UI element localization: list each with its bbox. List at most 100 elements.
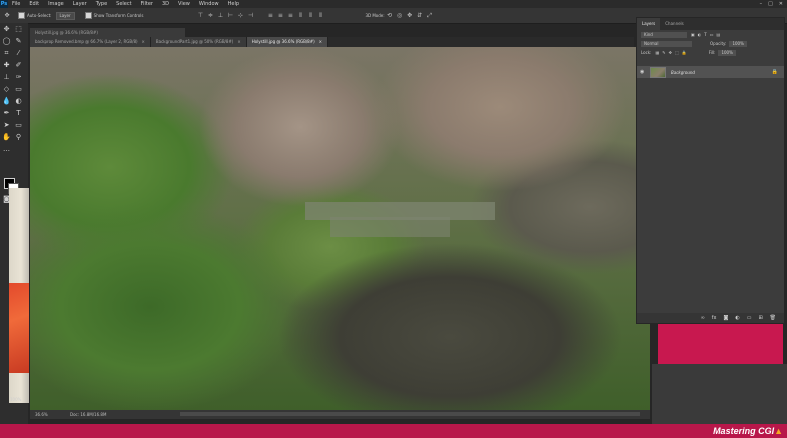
document-size: Doc: 16.8M/16.8M — [70, 412, 107, 417]
align-top-icon[interactable]: ⊤ — [197, 12, 203, 19]
document-tabs: backprop Removed.bmp @ 66.7% (Layer 2, R… — [30, 37, 634, 47]
blur-tool-icon[interactable]: 💧 — [2, 97, 11, 106]
distribute-right-icon[interactable]: ⦀ — [317, 12, 323, 19]
lock-artboard-icon[interactable]: ⬚ — [675, 50, 679, 55]
align-right-icon[interactable]: ⊣ — [247, 12, 253, 19]
menu-select[interactable]: Select — [116, 1, 131, 7]
crop-tool-icon[interactable]: ⌗ — [2, 49, 11, 58]
tab-backprop-removed[interactable]: backprop Removed.bmp @ 66.7% (Layer 2, R… — [30, 37, 151, 47]
menu-window[interactable]: Window — [199, 1, 219, 7]
menu-filter[interactable]: Filter — [141, 1, 153, 7]
layer-lock-icon[interactable]: 🔒 — [772, 69, 778, 75]
hand-tool-icon[interactable]: ✋ — [2, 133, 11, 142]
shape-tool-icon[interactable]: ▭ — [14, 121, 23, 130]
align-bottom-icon[interactable]: ⊥ — [217, 12, 223, 19]
lasso-tool-icon[interactable]: ◯ — [2, 37, 11, 46]
clone-stamp-tool-icon[interactable]: ⊥ — [2, 73, 11, 82]
filter-shape-icon[interactable]: ▭ — [710, 32, 714, 37]
pen-tool-icon[interactable]: ✒ — [2, 109, 11, 118]
distribute-top-icon[interactable]: ≡ — [267, 12, 273, 19]
filter-smart-icon[interactable]: ▤ — [717, 32, 721, 37]
fill-label: Fill: — [708, 50, 716, 55]
visibility-eye-icon[interactable]: ◉ — [640, 69, 646, 75]
add-mask-icon[interactable]: ◙ — [723, 315, 728, 321]
gradient-tool-icon[interactable]: ▭ — [14, 85, 23, 94]
brush-tool-icon[interactable]: ✐ — [14, 61, 23, 70]
3d-pan-icon[interactable]: ✥ — [407, 12, 413, 19]
more-tools-icon[interactable]: … — [2, 145, 11, 154]
align-hcenter-icon[interactable]: ⊹ — [237, 12, 243, 19]
link-layers-icon[interactable]: ∞ — [701, 315, 705, 321]
align-vcenter-icon[interactable]: ≑ — [207, 12, 213, 19]
adjustment-layer-icon[interactable]: ◐ — [735, 315, 739, 321]
lock-transparent-icon[interactable]: ▦ — [655, 50, 659, 55]
healing-brush-tool-icon[interactable]: ✚ — [2, 61, 11, 70]
close-icon[interactable]: × — [142, 39, 145, 44]
history-brush-tool-icon[interactable]: ✑ — [14, 73, 23, 82]
quick-select-tool-icon[interactable]: ✎ — [14, 37, 23, 46]
3d-scale-icon[interactable]: ⤢ — [427, 12, 433, 19]
tab-holystill[interactable]: Holystill.jpg @ 36.6% (RGB/8#) × — [246, 37, 328, 47]
align-left-icon[interactable]: ⊢ — [227, 12, 233, 19]
new-layer-icon[interactable]: ⊞ — [758, 315, 762, 321]
auto-select-dropdown[interactable]: Layer — [55, 11, 75, 20]
auto-select-checkbox[interactable] — [18, 12, 25, 19]
zoom-tool-icon[interactable]: ⚲ — [14, 133, 23, 142]
3d-orbit-icon[interactable]: ⟲ — [387, 12, 393, 19]
kind-filter-dropdown[interactable]: Kind — [641, 31, 687, 38]
distribute-bottom-icon[interactable]: ≡ — [287, 12, 293, 19]
close-icon[interactable]: × — [319, 39, 322, 44]
trash-icon[interactable]: 🗑 — [770, 315, 776, 321]
menu-file[interactable]: File — [12, 1, 20, 7]
zoom-level[interactable]: 36.6% — [35, 410, 48, 419]
layer-style-icon[interactable]: fx — [712, 315, 717, 321]
distribute-hcenter-icon[interactable]: ⦀ — [307, 12, 313, 19]
photoshop-logo-icon[interactable]: Ps — [0, 0, 8, 8]
maximize-icon[interactable]: □ — [768, 1, 773, 7]
menu-type[interactable]: Type — [96, 1, 107, 7]
floating-window-title[interactable]: Holystill.jpg @ 36.6% (RGB/8#) — [30, 28, 185, 37]
filter-pixel-icon[interactable]: ▣ — [691, 32, 695, 37]
distribute-vcenter-icon[interactable]: ≡ — [277, 12, 283, 19]
move-tool-icon[interactable]: ✥ — [2, 25, 11, 34]
tab-background-part1[interactable]: BackgroundPart1.jpg @ 50% (RGB/8#) × — [150, 37, 247, 47]
opacity-field[interactable]: 100% — [729, 40, 747, 47]
menu-layer[interactable]: Layer — [73, 1, 87, 7]
menu-3d[interactable]: 3D — [162, 1, 169, 7]
menu-help[interactable]: Help — [228, 1, 239, 7]
document-canvas[interactable] — [30, 47, 650, 410]
filter-type-icon[interactable]: T — [704, 32, 706, 37]
fill-field[interactable]: 100% — [718, 49, 736, 56]
dodge-tool-icon[interactable]: ◐ — [14, 97, 23, 106]
close-icon[interactable]: × — [237, 39, 240, 44]
horizontal-scrollbar[interactable] — [180, 412, 640, 416]
close-icon[interactable]: ✕ — [779, 1, 783, 7]
3d-roll-icon[interactable]: ◎ — [397, 12, 403, 19]
lock-image-icon[interactable]: ✎ — [662, 50, 665, 55]
tab-channels[interactable]: Channels — [660, 18, 689, 30]
blend-mode-dropdown[interactable]: Normal — [641, 40, 692, 47]
type-tool-icon[interactable]: T — [14, 109, 23, 118]
layer-thumbnail — [650, 66, 666, 78]
menu-edit[interactable]: Edit — [29, 1, 39, 7]
show-transform-checkbox[interactable] — [84, 12, 92, 19]
new-group-icon[interactable]: ▭ — [747, 315, 752, 321]
3d-slide-icon[interactable]: ⇵ — [417, 12, 423, 19]
move-tool-icon[interactable]: ✥ — [4, 12, 10, 19]
layer-row-background[interactable]: ◉ Background 🔒 — [637, 66, 784, 78]
background-document-preview — [9, 188, 29, 403]
filter-row: Kind ▣ ◐ T ▭ ▤ — [637, 30, 784, 39]
lock-all-icon[interactable]: 🔒 — [682, 50, 687, 55]
filter-adjust-icon[interactable]: ◐ — [698, 32, 702, 37]
eyedropper-tool-icon[interactable]: ⁄ — [14, 49, 23, 58]
tab-layers[interactable]: Layers — [637, 18, 661, 30]
menu-image[interactable]: Image — [48, 1, 64, 7]
path-select-tool-icon[interactable]: ➤ — [2, 121, 11, 130]
eraser-tool-icon[interactable]: ◇ — [2, 85, 11, 94]
marquee-tool-icon[interactable]: ⬚ — [14, 25, 23, 34]
distribute-left-icon[interactable]: ⦀ — [297, 12, 303, 19]
menu-view[interactable]: View — [178, 1, 190, 7]
minimize-icon[interactable]: – — [760, 1, 763, 7]
layer-name[interactable]: Background — [671, 70, 695, 75]
lock-position-icon[interactable]: ✥ — [669, 50, 672, 55]
